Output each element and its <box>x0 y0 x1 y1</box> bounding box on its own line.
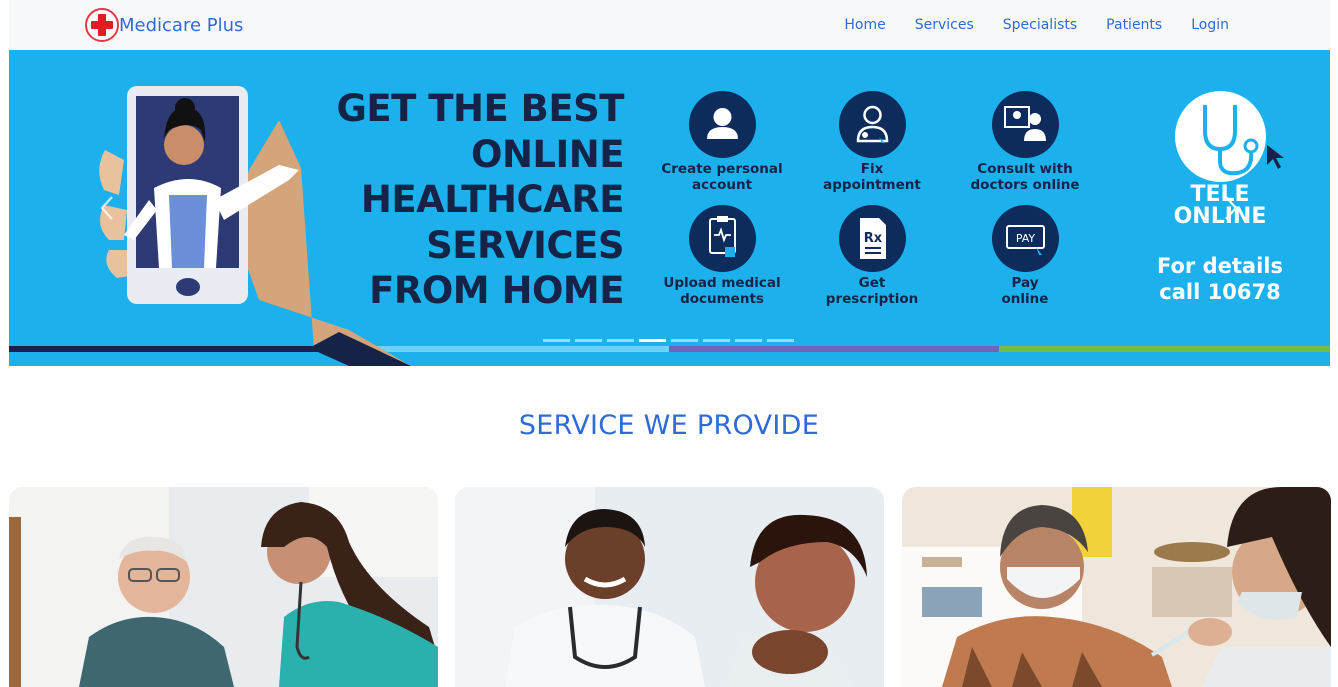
tele-line: TELE <box>1190 182 1250 207</box>
feature-label: Pay <box>1011 275 1039 291</box>
headline-line: SERVICES <box>426 223 624 267</box>
carousel-indicator[interactable] <box>607 339 634 342</box>
feature-label: prescription <box>825 291 919 307</box>
rx-badge: Rx <box>863 231 882 246</box>
carousel-indicator[interactable] <box>671 339 698 342</box>
elderly-patient-with-nurse-photo <box>9 487 438 687</box>
red-cross-icon <box>85 8 119 42</box>
service-card-vaccination[interactable] <box>902 487 1331 687</box>
feature-upload-documents: Upload medical documents <box>657 205 787 307</box>
tele-details-line: For details <box>1157 254 1283 278</box>
tele-details-line: call 10678 <box>1159 280 1281 304</box>
headline-line: HEALTHCARE <box>360 178 625 221</box>
stethoscope-icon <box>1175 91 1266 182</box>
feature-fix-appointment: Fix appointment <box>807 91 937 193</box>
feature-label: Get <box>858 275 886 291</box>
nav-home[interactable]: Home <box>844 17 885 33</box>
service-card-pediatrics[interactable] <box>455 487 884 687</box>
feature-consult-online: Consult with doctors online <box>960 91 1090 193</box>
feature-label: doctors online <box>970 177 1080 193</box>
hero-carousel: GET THE BEST ONLINE HEALTHCARE SERVICES … <box>9 50 1330 366</box>
feature-label: Consult with <box>977 161 1073 177</box>
doctor-icon <box>838 91 906 158</box>
brand-link[interactable]: Medicare Plus <box>85 8 243 42</box>
brand-name: Medicare Plus <box>119 14 244 36</box>
feature-get-prescription: Rx Get prescription <box>807 205 937 307</box>
feature-label: account <box>691 177 753 193</box>
prescription-icon: Rx <box>838 205 906 272</box>
nav-login[interactable]: Login <box>1191 17 1229 33</box>
carousel-next-button[interactable] <box>1221 193 1241 223</box>
carousel-indicator-active[interactable] <box>639 339 666 342</box>
feature-label: Fix <box>860 161 884 177</box>
feature-label: documents <box>680 291 764 307</box>
person-icon <box>688 91 756 158</box>
carousel-indicator[interactable] <box>703 339 730 342</box>
carousel-indicators <box>543 339 799 342</box>
chevron-right-icon <box>1225 196 1238 220</box>
carousel-indicator[interactable] <box>735 339 762 342</box>
headline-line: GET THE BEST <box>336 87 625 130</box>
feature-label: Upload medical <box>663 275 781 291</box>
video-consult-icon <box>991 91 1059 158</box>
headline-line: FROM HOME <box>369 269 624 312</box>
carousel-indicator[interactable] <box>767 339 794 342</box>
nav-specialists[interactable]: Specialists <box>1003 17 1077 33</box>
hero-headline: GET THE BEST ONLINE HEALTHCARE SERVICES … <box>309 86 625 314</box>
carousel-indicator[interactable] <box>543 339 570 342</box>
tele-details: For details call 10678 <box>1143 253 1297 305</box>
patient-vaccination-photo <box>902 487 1331 687</box>
clipboard-icon <box>688 205 756 272</box>
feature-pay-online: PAY Pay online <box>960 205 1090 307</box>
navbar: Medicare Plus Home Services Specialists … <box>9 0 1330 50</box>
doctor-examining-child-photo <box>455 487 884 687</box>
headline-line: ONLINE <box>470 132 625 176</box>
pay-icon: PAY <box>991 205 1059 272</box>
nav-services[interactable]: Services <box>915 17 974 33</box>
tele-online-text: TELE ONLINE <box>1149 184 1291 228</box>
pay-badge: PAY <box>1015 232 1035 245</box>
nav-links: Home Services Specialists Patients Login <box>815 0 1330 50</box>
feature-label: appointment <box>823 177 921 193</box>
chevron-left-icon <box>100 196 113 220</box>
services-title: SERVICE WE PROVIDE <box>518 410 820 441</box>
feature-label: online <box>1001 291 1049 307</box>
cursor-icon <box>1267 145 1284 169</box>
nav-patients[interactable]: Patients <box>1106 17 1162 33</box>
service-card-elderly-care[interactable] <box>9 487 438 687</box>
carousel-indicator[interactable] <box>575 339 602 342</box>
feature-label: Create personal <box>661 161 783 177</box>
feature-create-account: Create personal account <box>657 91 787 193</box>
carousel-prev-button[interactable] <box>97 193 117 223</box>
tele-line: ONLINE <box>1173 204 1267 229</box>
